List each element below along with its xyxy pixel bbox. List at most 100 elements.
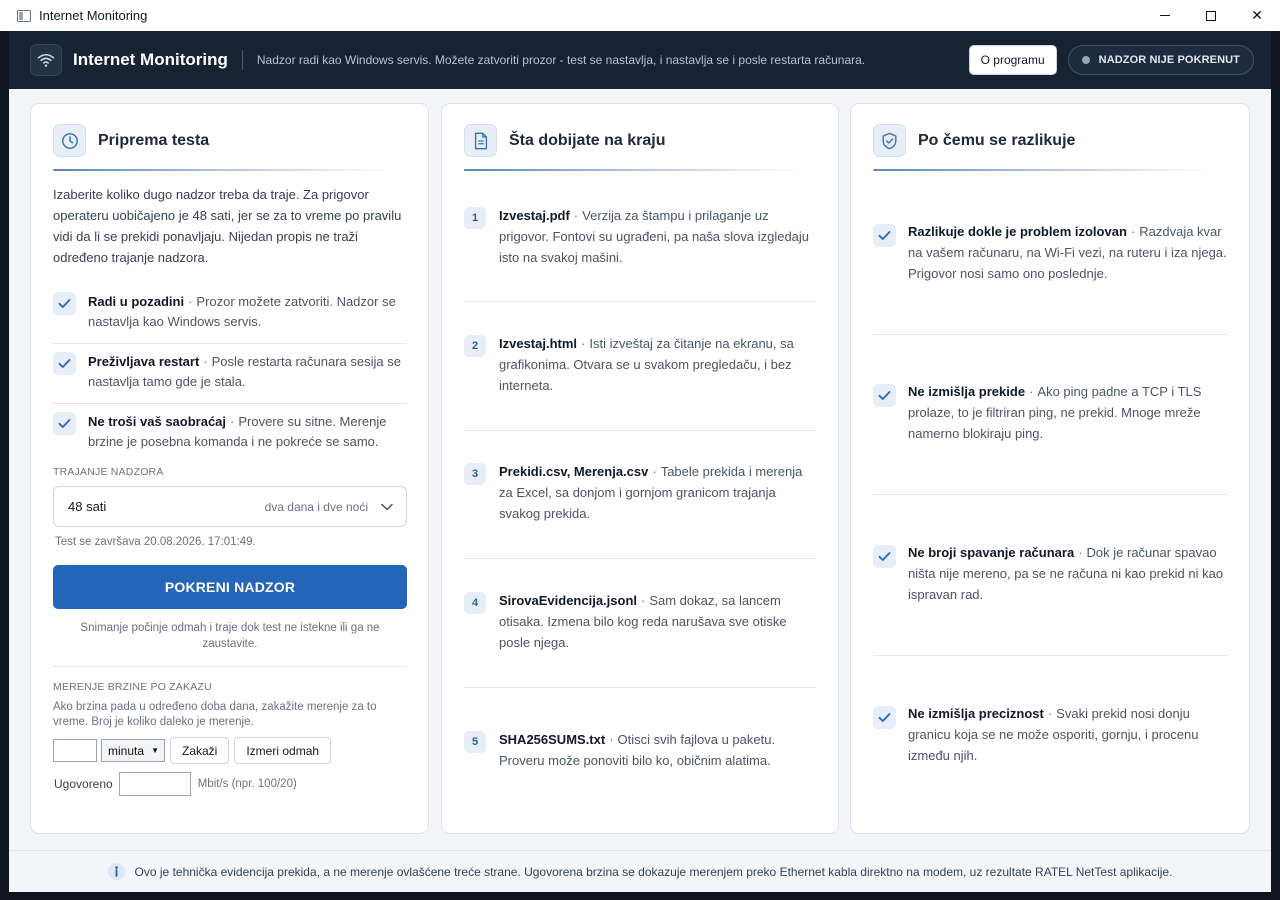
feature-separator: ·: [188, 294, 193, 309]
file-number: 3: [464, 463, 486, 485]
differences-card: Po čemu se razlikuje Razlikuje dokle je …: [850, 103, 1250, 834]
section-divider: [53, 666, 407, 667]
file-item: 5 SHA256SUMS.txt · Otisci svih fajlova u p…: [464, 729, 816, 771]
start-note: Snimanje počinje odmah i traje dok test …: [80, 622, 380, 650]
feature-divider: [53, 403, 407, 404]
schedule-row: minuta ▼ Zakaži Izmeri odmah: [53, 737, 332, 764]
file-name: Izvestaj.pdf: [499, 208, 570, 223]
duration-hint: dva dana i dve noći: [264, 499, 368, 514]
feature-title: Preživljava restart: [88, 354, 200, 369]
differences-card-underline: [873, 169, 1213, 171]
file-separator: ·: [609, 732, 614, 747]
feature-item: Preživljava restart · Posle restarta račun…: [53, 352, 407, 392]
differences-card-title: Po čemu se razlikuje: [918, 131, 1076, 149]
file-number: 4: [464, 592, 486, 614]
header-subtitle: Nadzor radi kao Windows servis. Možete z…: [256, 53, 866, 67]
file-number: 1: [464, 207, 486, 229]
file-separator: ·: [641, 593, 646, 608]
app-window-icon: [17, 9, 31, 22]
feature-item: Radi u pozadini · Prozor možete zatvoriti.…: [53, 292, 407, 332]
check-icon: [873, 545, 896, 568]
output-card: Šta dobijate na kraju 1 Izvestaj.pdf · Ver…: [441, 103, 839, 834]
minimize-button[interactable]: [1142, 0, 1188, 31]
document-icon: [464, 124, 497, 157]
window-controls: ✕: [1142, 0, 1280, 31]
about-button[interactable]: O programu: [968, 45, 1057, 75]
duration-value: 48 sati: [68, 499, 107, 514]
file-number: 2: [464, 335, 486, 357]
file-separator: ·: [581, 336, 586, 351]
status-badge: NADZOR NIJE POKRENUT: [1067, 45, 1254, 75]
duration-select[interactable]: 48 sati dva dana i dve noći: [53, 486, 407, 527]
check-icon: [53, 352, 76, 375]
difference-item: Razlikuje dokle je problem izolovan · Razd…: [873, 221, 1229, 284]
output-card-header: Šta dobijate na kraju: [464, 124, 665, 157]
agreed-speed-input[interactable]: [118, 772, 191, 796]
app-title: Internet Monitoring: [73, 50, 228, 69]
close-icon: ✕: [1251, 7, 1263, 23]
schedule-amount-input[interactable]: [53, 739, 97, 762]
minimize-icon: [1160, 15, 1170, 16]
difference-separator: ·: [1047, 706, 1053, 721]
file-name: Prekidi.csv, Merenja.csv: [499, 464, 649, 479]
prep-card-header: Priprema testa: [53, 124, 209, 157]
maximize-button[interactable]: [1188, 0, 1234, 31]
check-icon: [873, 224, 896, 247]
prep-intro: Izaberite koliko dugo nadzor treba da tr…: [53, 187, 402, 265]
shield-check-icon: [873, 124, 906, 157]
agreed-unit: Mbit/s (npr. 100/20): [197, 778, 297, 790]
difference-item: Ne izmišlja preciznost · Svaki prekid nosi…: [873, 703, 1229, 766]
difference-item: Ne broji spavanje računara · Dok je računa…: [873, 542, 1229, 605]
differences-card-header: Po čemu se razlikuje: [873, 124, 1075, 157]
maximize-icon: [1206, 10, 1216, 21]
wifi-icon: [30, 44, 62, 76]
schedule-unit-select[interactable]: minuta ▼: [101, 739, 165, 762]
status-label: NADZOR NIJE POKRENUT: [1098, 54, 1240, 66]
schedule-button[interactable]: Zakaži: [170, 737, 230, 764]
feature-item: Ne troši vaš saobraćaj · Provere su sitne.…: [53, 412, 407, 452]
file-divider: [464, 687, 816, 688]
duration-label: TRAJANJE NADZORA: [53, 466, 164, 478]
check-icon: [873, 706, 896, 729]
file-item: 4 SirovaEvidencija.jsonl · Sam dokaz, sa l…: [464, 590, 816, 653]
difference-separator: ·: [1130, 224, 1136, 239]
file-item: 2 Izvestaj.html · Isti izveštaj za čitanje…: [464, 333, 816, 396]
close-button[interactable]: ✕: [1234, 0, 1280, 31]
file-divider: [464, 558, 816, 559]
file-separator: ·: [652, 464, 657, 479]
difference-divider: [873, 334, 1227, 335]
check-icon: [873, 384, 896, 407]
difference-divider: [873, 494, 1227, 495]
difference-divider: [873, 655, 1227, 656]
main-area: Priprema testa Izaberite koliko dugo nad…: [9, 89, 1271, 850]
file-separator: ·: [573, 208, 579, 223]
difference-item: Ne izmišlja prekide · Ako ping padne a TCP…: [873, 381, 1229, 444]
window-titlebar: Internet Monitoring ✕: [0, 0, 1280, 31]
agreed-speed-row: Ugovoreno Mbit/s (npr. 100/20): [54, 772, 297, 796]
test-end-time: Test se završava 20.08.2026. 17:01:49.: [55, 536, 256, 548]
prep-card-underline: [53, 169, 393, 171]
chevron-down-icon: [368, 503, 406, 511]
unit-value: minuta: [108, 743, 145, 758]
difference-separator: ·: [1029, 384, 1034, 399]
check-icon: [53, 412, 76, 435]
footer-text: Ovo je tehnička evidencija prekida, a ne…: [134, 864, 1173, 879]
measure-now-button[interactable]: Izmeri odmah: [234, 737, 332, 764]
start-monitoring-button[interactable]: POKRENI NADZOR: [53, 565, 407, 609]
app-header: Internet Monitoring Nadzor radi kao Wind…: [9, 31, 1271, 89]
footer-disclaimer: Ovo je tehnička evidencija prekida, a ne…: [9, 850, 1271, 892]
feature-separator: ·: [203, 354, 208, 369]
difference-title: Razlikuje dokle je problem izolovan: [908, 224, 1127, 239]
feature-title: Ne troši vaš saobraćaj: [88, 414, 227, 429]
file-divider: [464, 301, 816, 302]
info-icon: [107, 863, 125, 880]
status-dot-icon: [1081, 56, 1090, 64]
output-card-underline: [464, 169, 804, 171]
feature-separator: ·: [230, 414, 235, 429]
dropdown-arrow-icon: ▼: [151, 746, 159, 755]
file-item: 3 Prekidi.csv, Merenja.csv · Tabele prekid…: [464, 461, 816, 524]
check-icon: [53, 292, 76, 315]
window-title: Internet Monitoring: [39, 8, 148, 23]
file-divider: [464, 430, 816, 431]
difference-title: Ne izmišlja preciznost: [908, 706, 1044, 721]
